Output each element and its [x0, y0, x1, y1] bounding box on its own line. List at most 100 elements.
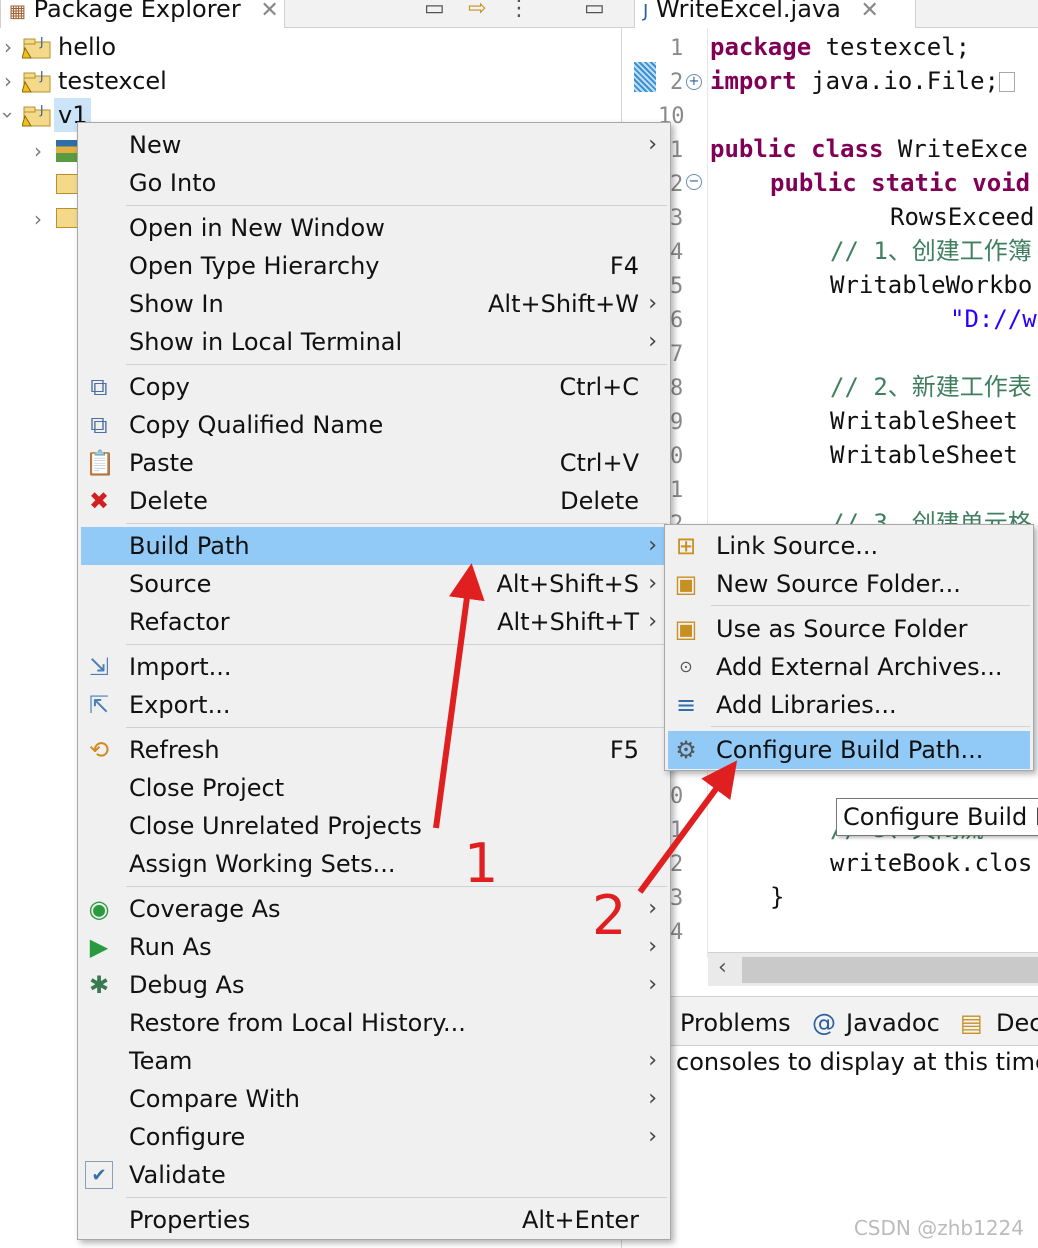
code-line[interactable]: WritableSheet — [830, 404, 1018, 438]
tree-item-testexcel[interactable]: › J testexcel — [0, 64, 300, 98]
menu-item-go-into[interactable]: Go Into — [81, 164, 667, 202]
menu-item-refresh[interactable]: ⟲ Refresh F5 — [81, 731, 667, 769]
menu-item-build-path[interactable]: Build Path › — [81, 527, 667, 565]
menu-item-close-project[interactable]: Close Project — [81, 769, 667, 807]
menu-item-validate[interactable]: ✔ Validate — [81, 1156, 667, 1194]
copy-icon: ⧉ — [90, 373, 108, 401]
chevron-right-icon[interactable]: › — [0, 64, 16, 98]
menu-item-new-source-folder[interactable]: ▣ New Source Folder... — [668, 565, 1030, 603]
annotation-number-2: 2 — [592, 884, 627, 947]
code-line[interactable]: writeBook.clos — [830, 846, 1032, 880]
code-line[interactable]: import java.io.File; — [710, 64, 1015, 98]
menu-item-export[interactable]: ⇱ Export... — [81, 686, 667, 724]
menu-item-add-libraries[interactable]: ≡ Add Libraries... — [668, 686, 1030, 724]
line-number: 4 — [670, 240, 684, 265]
menu-item-show-in-local-terminal[interactable]: Show in Local Terminal › — [81, 323, 667, 361]
menu-item-copy[interactable]: ⧉ Copy Ctrl+C — [81, 368, 667, 406]
code-line[interactable]: "D://w — [950, 302, 1037, 336]
chevron-right-icon: › — [648, 132, 657, 157]
menu-item-assign-working-sets[interactable]: Assign Working Sets... — [81, 845, 667, 883]
menu-item-add-external-archives[interactable]: ⊙ Add External Archives... — [668, 648, 1030, 686]
menu-item-run-as[interactable]: ▶ Run As › — [81, 928, 667, 966]
menu-separator — [126, 727, 667, 728]
menu-item-debug-as[interactable]: ✱ Debug As › — [81, 966, 667, 1004]
menu-item-import[interactable]: ⇲ Import... — [81, 648, 667, 686]
libraries-icon: ≡ — [675, 691, 697, 719]
tree-item-child[interactable]: › — [0, 202, 80, 236]
tree-item-hello[interactable]: › J hello — [0, 30, 300, 64]
scrollbar-thumb[interactable] — [742, 957, 1038, 983]
code-line[interactable]: } — [770, 880, 784, 914]
menu-separator — [711, 726, 1030, 727]
tab-package-explorer[interactable]: ▦ Package Explorer ✕ — [0, 0, 285, 28]
expand-fold-icon[interactable]: + — [686, 74, 702, 90]
collapse-fold-icon[interactable]: − — [686, 174, 702, 190]
tab-declaration[interactable]: Dec — [996, 1009, 1038, 1037]
chevron-left-icon[interactable]: ‹ — [718, 955, 727, 980]
package-explorer-icon: ▦ — [9, 1, 27, 22]
line-number: 6 — [670, 308, 684, 333]
menu-item-coverage-as[interactable]: ◉ Coverage As › — [81, 890, 667, 928]
collapse-all-icon[interactable]: ▭ — [424, 0, 445, 21]
chevron-right-icon[interactable]: › — [30, 134, 46, 168]
tree-item-child[interactable]: › — [0, 134, 80, 168]
java-file-icon: J — [643, 1, 649, 22]
refresh-icon: ⟲ — [88, 736, 110, 764]
menu-item-show-in[interactable]: Show In Alt+Shift+W › — [81, 285, 667, 323]
folded-imports-box[interactable] — [999, 72, 1015, 92]
link-with-editor-icon[interactable]: ⇨ — [468, 0, 486, 21]
menu-item-close-unrelated-projects[interactable]: Close Unrelated Projects — [81, 807, 667, 845]
menu-item-delete[interactable]: ✖ Delete Delete — [81, 482, 667, 520]
tab-writeexcel-java[interactable]: J WriteExcel.java ✕ — [634, 0, 916, 28]
menu-item-use-as-source-folder[interactable]: ▣ Use as Source Folder — [668, 610, 1030, 648]
editor-tabbar: J WriteExcel.java ✕ — [622, 0, 1038, 28]
menu-item-restore-local-history[interactable]: Restore from Local History... — [81, 1004, 667, 1042]
menu-item-source[interactable]: Source Alt+Shift+S › — [81, 565, 667, 603]
line-number: 3 — [670, 206, 684, 231]
menu-item-refactor[interactable]: Refactor Alt+Shift+T › — [81, 603, 667, 641]
menu-item-open-in-new-window[interactable]: Open in New Window — [81, 209, 667, 247]
code-line[interactable]: WritableWorkbo — [830, 268, 1032, 302]
chevron-right-icon: › — [648, 533, 657, 558]
code-line[interactable]: public static void — [770, 166, 1030, 200]
tab-javadoc[interactable]: Javadoc — [846, 1009, 940, 1037]
menu-item-team[interactable]: Team › — [81, 1042, 667, 1080]
close-icon[interactable]: ✕ — [860, 0, 878, 23]
code-line[interactable]: public class WriteExce — [710, 132, 1028, 166]
code-line[interactable]: // 1、创建工作簿 — [830, 234, 1032, 268]
menu-item-configure-build-path[interactable]: ⚙ Configure Build Path... — [668, 731, 1030, 769]
menu-item-copy-qualified-name[interactable]: ⧉ Copy Qualified Name — [81, 406, 667, 444]
chevron-right-icon: › — [648, 1048, 657, 1073]
java-project-icon: J — [22, 103, 51, 127]
tab-problems[interactable]: Problems — [680, 1009, 791, 1037]
svg-text:J: J — [39, 35, 44, 49]
close-icon[interactable]: ✕ — [260, 0, 278, 23]
menu-item-configure[interactable]: Configure › — [81, 1118, 667, 1156]
menu-item-new[interactable]: New › — [81, 126, 667, 164]
code-line[interactable]: WritableSheet — [830, 438, 1018, 472]
menu-item-open-type-hierarchy[interactable]: Open Type Hierarchy F4 — [81, 247, 667, 285]
horizontal-scrollbar[interactable]: ‹ — [708, 952, 1038, 986]
chevron-right-icon[interactable]: › — [0, 30, 16, 64]
library-icon — [56, 140, 78, 162]
menu-item-link-source[interactable]: ⊞ Link Source... — [668, 527, 1030, 565]
menu-item-properties[interactable]: Properties Alt+Enter — [81, 1201, 667, 1239]
console-message: consoles to display at this time. — [676, 1048, 1038, 1076]
tree-item-child[interactable] — [0, 168, 80, 202]
code-line[interactable]: package testexcel; — [710, 30, 970, 64]
chevron-right-icon[interactable]: › — [30, 202, 46, 236]
view-menu-icon[interactable]: ⋮ — [508, 0, 530, 21]
code-line[interactable]: RowsExceed — [890, 200, 1035, 234]
code-line[interactable]: // 2、新建工作表 — [830, 370, 1032, 404]
chevron-right-icon: › — [648, 329, 657, 354]
source-folder-icon — [56, 174, 78, 194]
menu-separator — [126, 644, 667, 645]
menu-separator — [711, 605, 1030, 606]
menu-item-paste[interactable]: 📋 Paste Ctrl+V — [81, 444, 667, 482]
line-number: 0 — [670, 444, 684, 469]
declaration-icon: ▤ — [960, 1009, 983, 1037]
menu-separator — [126, 523, 667, 524]
minimize-icon[interactable]: ▭ — [584, 0, 605, 21]
debug-icon: ✱ — [88, 971, 110, 999]
menu-item-compare-with[interactable]: Compare With › — [81, 1080, 667, 1118]
